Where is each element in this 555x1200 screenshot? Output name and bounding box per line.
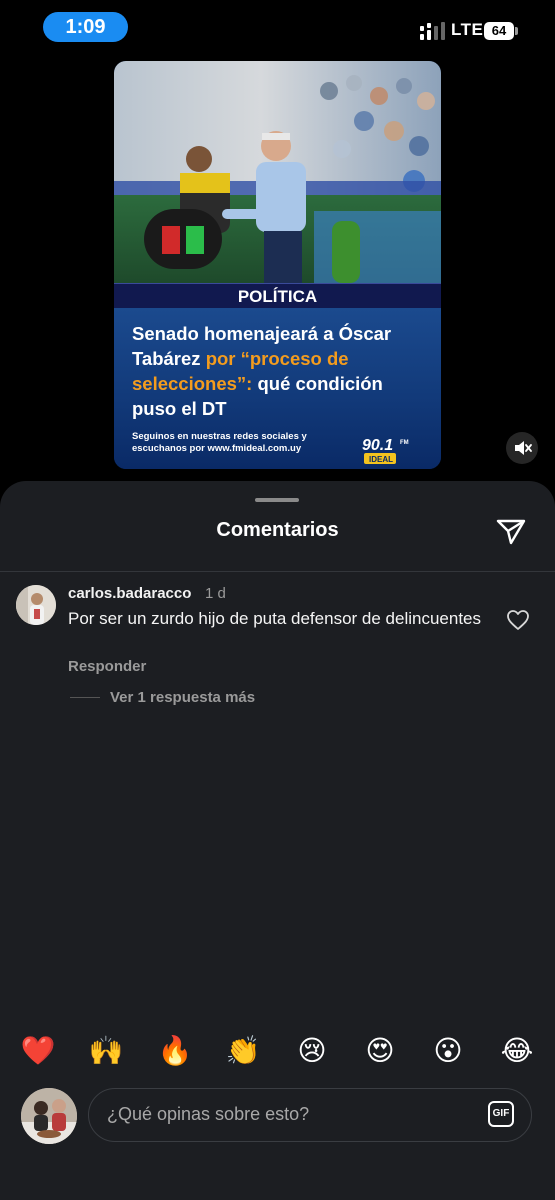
logo-number: 90.1 [362,437,393,454]
send-share-icon[interactable] [494,514,528,548]
status-bar: 1:09 LTE 64 [0,0,555,56]
replies-divider-line [70,697,100,698]
reaction-surprised[interactable]: 😮 [430,1033,466,1069]
post-photo [114,61,441,283]
status-time[interactable]: 1:09 [43,12,128,42]
view-replies-button[interactable]: Ver 1 respuesta más [110,689,255,706]
sheet-divider [0,571,555,572]
commenter-username[interactable]: carlos.badaracco [68,585,191,602]
gif-button[interactable]: GIF [488,1101,514,1127]
reaction-fire[interactable]: 🔥 [157,1033,193,1069]
reply-button[interactable]: Responder [68,658,146,675]
reaction-heart[interactable]: ❤️ [20,1033,56,1069]
comment-text: Por ser un zurdo hijo de puta defensor d… [68,609,481,628]
comment-input-field[interactable]: ¿Qué opinas sobre esto? GIF [88,1088,532,1142]
post-headline-area: Senado homenajeará a Óscar Tabárez por “… [114,308,441,469]
reaction-crying[interactable]: 😢 [294,1033,330,1069]
comments-sheet: Comentarios carlos.badaracco 1 d Por ser… [0,481,555,1200]
footer-line-1: Seguinos en nuestras redes sociales y [132,431,307,442]
post-category-label: POLÍTICA [114,283,441,309]
radio-logo: 90.1 FM IDEAL [362,437,409,464]
drag-handle[interactable] [255,498,299,502]
avatar-image [16,585,56,625]
battery-nub [515,27,518,35]
battery-icon: 64 [484,22,514,40]
post-headline: Senado homenajeará a Óscar Tabárez por “… [132,321,432,421]
current-user-avatar[interactable] [21,1088,77,1144]
post-image-card[interactable]: POLÍTICA Senado homenajeará a Óscar Tabá… [114,61,441,469]
mute-button[interactable] [506,432,538,464]
network-type-label: LTE [451,20,484,39]
reaction-raised-hands[interactable]: 🙌 [88,1033,124,1069]
logo-sub: FM [400,440,409,446]
footer-line-2: escuchanos por www.fmideal.com.uy [132,443,302,454]
comment-input-placeholder: ¿Qué opinas sobre esto? [107,1104,310,1124]
cellular-signal-icon [420,22,445,40]
commenter-avatar[interactable] [16,585,56,625]
sheet-title: Comentarios [216,519,339,541]
reaction-heart-eyes[interactable]: 😍 [362,1033,398,1069]
comment-timestamp: 1 d [205,585,226,602]
speaker-muted-icon [515,441,532,455]
like-heart-icon[interactable] [506,609,530,631]
reaction-laughing[interactable]: 😂 [499,1033,535,1069]
post-footer-text: Seguinos en nuestras redes sociales y es… [132,431,352,455]
logo-label: IDEAL [369,455,393,464]
user-avatar-image [21,1088,77,1144]
reaction-clap[interactable]: 👏 [225,1033,261,1069]
